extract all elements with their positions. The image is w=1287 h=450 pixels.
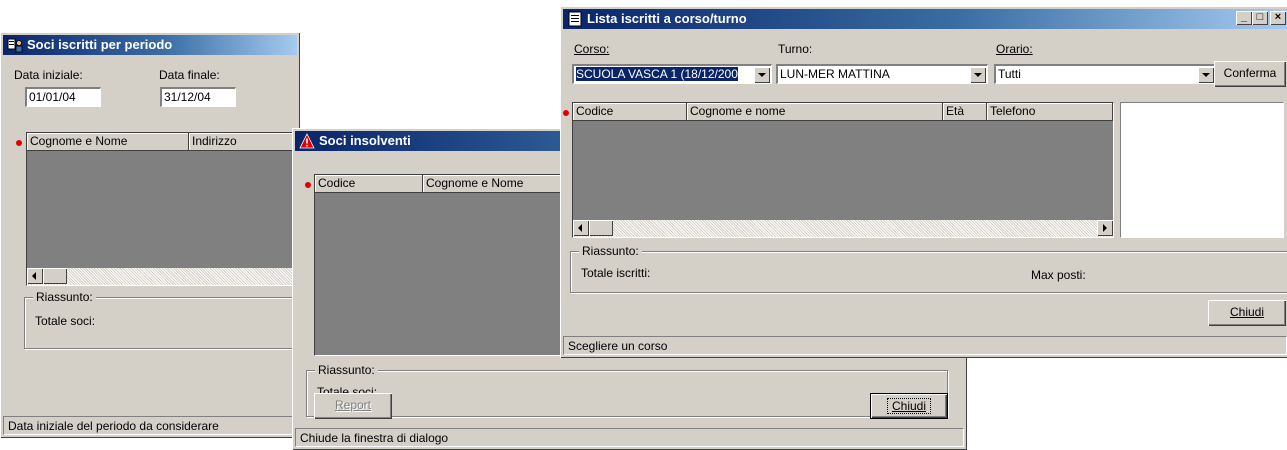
row-indicator-dot [563, 110, 569, 116]
chevron-down-icon[interactable] [1198, 67, 1214, 83]
max-posti-label: Max posti: [1031, 268, 1086, 282]
data-finale-label: Data finale: [159, 68, 220, 82]
list-window-icon [568, 11, 582, 27]
riassunto-group: Riassunto: Totale iscritti: Max posti: [570, 244, 1287, 293]
window-lista-iscritti: Lista iscritti a corso/turno _ □ × Corso… [560, 6, 1287, 358]
data-finale-input[interactable]: 31/12/04 [160, 87, 236, 107]
title-bar[interactable]: Lista iscritti a corso/turno _ □ × [563, 9, 1287, 29]
turno-select[interactable]: LUN-MER MATTINA [776, 64, 988, 84]
insolventi-grid[interactable]: Codice Cognome e Nome [314, 174, 583, 356]
orario-select[interactable]: Tutti [994, 64, 1216, 84]
iscritti-grid[interactable]: Codice Cognome e nome Età Telefono [572, 102, 1114, 238]
warning-icon [299, 133, 315, 149]
grid-header: Codice Cognome e Nome [315, 175, 583, 193]
scroll-thumb[interactable] [43, 268, 67, 284]
title-bar[interactable]: Soci iscritti per periodo [3, 35, 297, 55]
column-header[interactable]: Cognome e nome [687, 103, 943, 121]
chevron-down-icon[interactable] [970, 67, 986, 83]
horizontal-scrollbar[interactable] [573, 220, 1113, 237]
data-iniziale-input[interactable]: 01/01/04 [25, 87, 101, 107]
report-button[interactable]: Report [314, 393, 392, 419]
chevron-down-icon[interactable] [754, 67, 770, 83]
conferma-button[interactable]: Conferma [1214, 61, 1286, 87]
column-header[interactable]: Indirizzo [189, 133, 309, 151]
scroll-thumb[interactable] [589, 220, 613, 236]
turno-label: Turno: [778, 42, 813, 56]
detail-panel [1120, 102, 1284, 238]
totale-soci-label: Totale soci: [35, 314, 96, 328]
soci-grid[interactable]: Cognome e Nome Indirizzo [26, 132, 309, 286]
totale-iscritti-label: Totale iscritti: [581, 266, 651, 280]
horizontal-scrollbar[interactable] [27, 268, 301, 285]
column-header[interactable]: Telefono [987, 103, 1113, 121]
grid-header: Codice Cognome e nome Età Telefono [573, 103, 1113, 121]
status-bar: Data iniziale del periodo da considerare [3, 416, 297, 435]
minimize-button[interactable]: _ [1236, 11, 1252, 25]
column-header[interactable]: Cognome e Nome [423, 175, 583, 193]
window-title: Soci insolventi [319, 133, 411, 148]
riassunto-legend: Riassunto: [315, 363, 378, 377]
riassunto-legend: Riassunto: [33, 290, 96, 304]
orario-label: Orario: [996, 42, 1033, 56]
people-list-icon [7, 38, 23, 53]
data-iniziale-label: Data iniziale: [14, 68, 83, 82]
riassunto-group: Riassunto: Totale soci: [306, 363, 948, 417]
column-header[interactable]: Codice [315, 175, 423, 193]
corso-label: Corso: [574, 42, 610, 56]
column-header[interactable]: Età [943, 103, 987, 121]
window-title: Soci iscritti per periodo [27, 37, 173, 52]
window-title: Lista iscritti a corso/turno [587, 11, 747, 26]
row-indicator-dot [16, 140, 22, 146]
column-header[interactable]: Codice [573, 103, 687, 121]
grid-header: Cognome e Nome Indirizzo [27, 133, 309, 151]
row-indicator-dot [305, 182, 311, 188]
chiudi-button[interactable]: Chiudi [870, 393, 948, 419]
riassunto-legend: Riassunto: [579, 244, 642, 258]
scroll-right-button[interactable] [1097, 220, 1113, 236]
scroll-left-button[interactable] [27, 268, 43, 284]
chiudi-button[interactable]: Chiudi [1208, 300, 1286, 326]
column-header[interactable]: Cognome e Nome [27, 133, 189, 151]
maximize-button[interactable]: □ [1252, 11, 1268, 25]
riassunto-group: Riassunto: Totale soci: [24, 290, 316, 349]
corso-select[interactable]: SCUOLA VASCA 1 (18/12/200 [572, 64, 772, 84]
scroll-left-button[interactable] [573, 220, 589, 236]
status-bar: Chiude la finestra di dialogo [295, 428, 964, 447]
window-soci-iscritti: Soci iscritti per periodo Data iniziale:… [0, 32, 316, 438]
status-bar: Scegliere un corso [563, 336, 1287, 355]
close-button[interactable]: × [1270, 11, 1286, 25]
